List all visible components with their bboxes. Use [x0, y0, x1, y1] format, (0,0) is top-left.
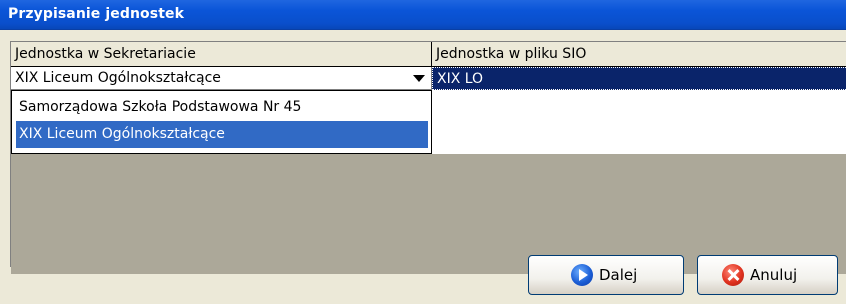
close-icon [722, 264, 744, 286]
column-header-secretariat[interactable]: Jednostka w Sekretariacie [11, 42, 432, 67]
cancel-button[interactable]: Anuluj [697, 255, 838, 295]
table-cell-sio-unit[interactable]: XIX LO [432, 67, 846, 90]
assignment-grid: Jednostka w Sekretariacie Jednostka w pl… [10, 41, 846, 274]
unit-dropdown-list[interactable]: Samorządowa Szkoła Podstawowa Nr 45 XIX … [11, 90, 432, 154]
grid-empty-cell [432, 90, 846, 154]
window-title: Przypisanie jednostek [8, 6, 185, 22]
window-body: Jednostka w Sekretariacie Jednostka w pl… [0, 30, 846, 304]
dropdown-option[interactable]: Samorządowa Szkoła Podstawowa Nr 45 [16, 94, 428, 121]
chevron-down-icon[interactable] [413, 75, 425, 82]
dropdown-option-selected[interactable]: XIX Liceum Ogólnokształcące [16, 121, 428, 148]
title-bar: Przypisanie jednostek [0, 0, 846, 30]
cancel-button-label: Anuluj [750, 266, 798, 284]
arrow-right-icon [571, 264, 593, 286]
unit-select-value: XIX Liceum Ogólnokształcące [15, 70, 221, 86]
unit-select[interactable]: XIX Liceum Ogólnokształcące [11, 67, 432, 90]
next-button[interactable]: Dalej [528, 255, 684, 295]
column-header-sio[interactable]: Jednostka w pliku SIO [432, 42, 846, 67]
next-button-label: Dalej [599, 266, 638, 284]
